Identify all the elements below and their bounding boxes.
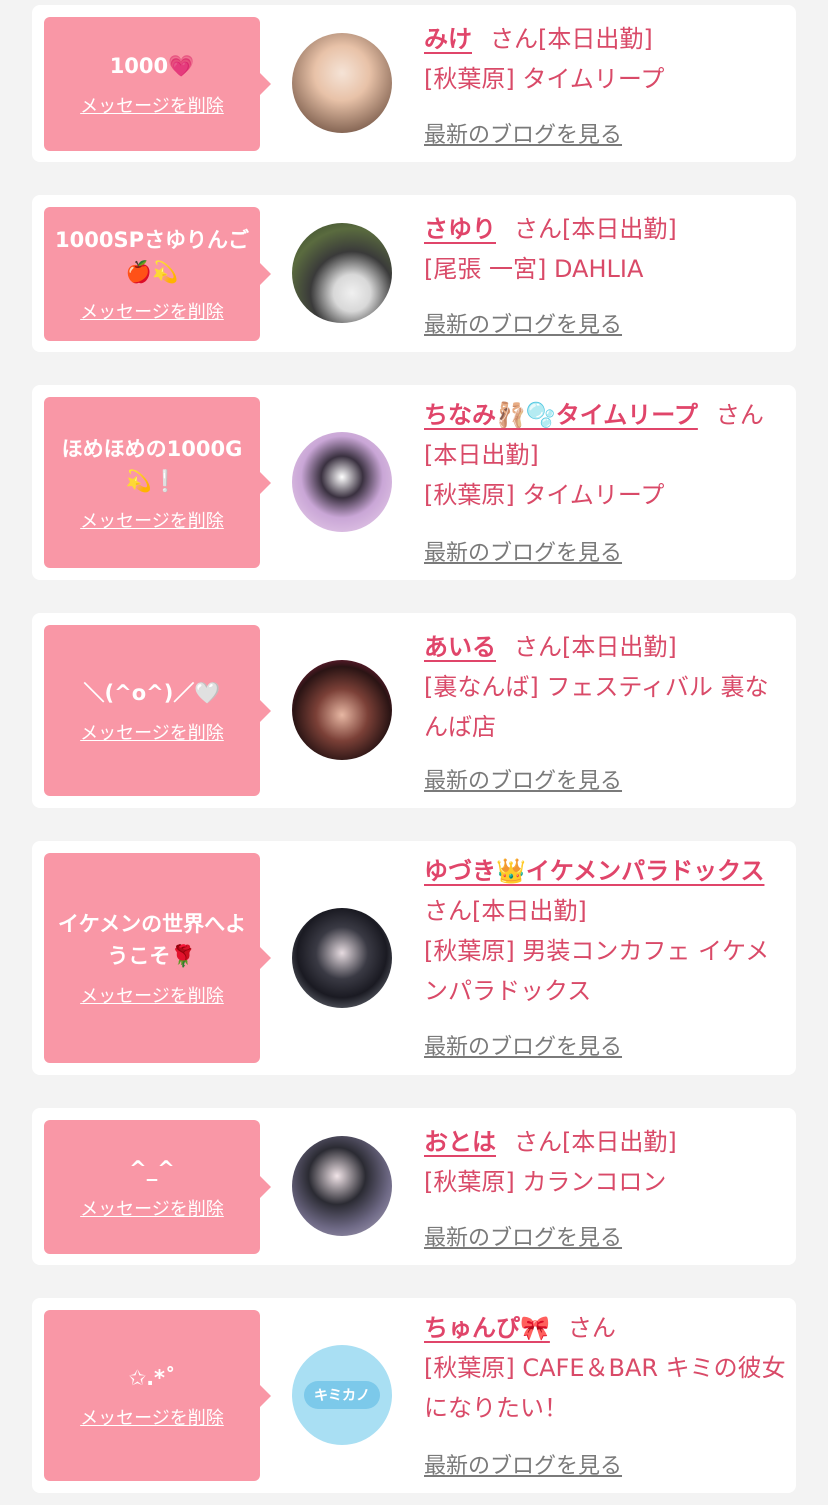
cast-name-link[interactable]: さゆり <box>424 215 496 243</box>
delete-message-link[interactable]: メッセージを削除 <box>80 92 224 118</box>
message-bubble: ✩.*˚ メッセージを削除 <box>44 1310 271 1481</box>
san-suffix: さん <box>514 1128 562 1156</box>
latest-blog-link[interactable]: 最新のブログを見る <box>424 1220 622 1252</box>
latest-blog-link[interactable]: 最新のブログを見る <box>424 117 622 149</box>
message-text: 1000SPさゆりんご🍎💫 <box>55 228 249 284</box>
avatar[interactable] <box>292 660 392 760</box>
cast-name-link[interactable]: みけ <box>424 25 472 53</box>
work-status: [本日出勤] <box>424 441 539 469</box>
work-status: [本日出勤] <box>562 215 677 243</box>
message-text: ＼(^o^)／🤍 <box>83 680 221 705</box>
delete-message-link[interactable]: メッセージを削除 <box>80 1404 224 1430</box>
cast-name-link[interactable]: あいる <box>424 633 496 661</box>
message-bubble: ほめほめの1000G💫❕ メッセージを削除 <box>44 397 271 568</box>
cast-info: おとは さん[本日出勤] [秋葉原] カランコロン <box>424 1122 786 1202</box>
shop-name: [秋葉原] タイムリープ <box>424 65 665 93</box>
cast-name-link[interactable]: ちゅんぴ🎀 <box>424 1314 550 1342</box>
san-suffix: さん <box>514 215 562 243</box>
cast-name-link[interactable]: ちなみ🩰🫧タイムリープ <box>424 401 698 429</box>
latest-blog-link[interactable]: 最新のブログを見る <box>424 1029 622 1061</box>
avatar-logo-text: キミカノ <box>304 1381 380 1409</box>
cast-info: さゆり さん[本日出勤] [尾張 一宮] DAHLIA <box>424 209 786 289</box>
message-bubble: イケメンの世界へようこそ🌹 メッセージを削除 <box>44 853 271 1063</box>
shop-name: [秋葉原] CAFE＆BAR キミの彼女になりたい！ <box>424 1354 786 1422</box>
latest-blog-link[interactable]: 最新のブログを見る <box>424 763 622 795</box>
delete-message-link[interactable]: メッセージを削除 <box>80 982 224 1008</box>
page: { "common": { "delete_label": "メッセージを削除"… <box>0 0 828 1505</box>
cast-name-link[interactable]: ゆづき👑イケメンパラドックス <box>424 857 764 885</box>
message-bubble: 1000SPさゆりんご🍎💫 メッセージを削除 <box>44 207 271 341</box>
avatar[interactable] <box>292 432 392 532</box>
work-status: [本日出勤] <box>472 897 587 925</box>
cast-info: あいる さん[本日出勤] [裏なんば] フェスティバル 裏なんば店 <box>424 627 786 747</box>
work-status: [本日出勤] <box>562 1128 677 1156</box>
avatar[interactable] <box>292 223 392 323</box>
cast-info: みけ さん[本日出勤] [秋葉原] タイムリープ <box>424 19 786 99</box>
message-text: 1000💗 <box>109 54 195 78</box>
message-text: ✩.*˚ <box>128 1365 176 1390</box>
shop-name: [秋葉原] 男装コンカフェ イケメンパラドックス <box>424 937 770 1005</box>
message-bubble: ^_^ メッセージを削除 <box>44 1120 271 1254</box>
cast-info: ちゅんぴ🎀 さん [秋葉原] CAFE＆BAR キミの彼女になりたい！ <box>424 1308 786 1428</box>
work-status: [本日出勤] <box>538 25 653 53</box>
san-suffix: さん <box>424 897 472 925</box>
avatar[interactable] <box>292 33 392 133</box>
latest-blog-link[interactable]: 最新のブログを見る <box>424 535 622 567</box>
san-suffix: さん <box>715 401 764 429</box>
cast-info: ゆづき👑イケメンパラドックスさん[本日出勤] [秋葉原] 男装コンカフェ イケメ… <box>424 851 786 1011</box>
latest-blog-link[interactable]: 最新のブログを見る <box>424 1448 622 1480</box>
message-card: ＼(^o^)／🤍 メッセージを削除 あいる さん[本日出勤] [裏なんば] フェス… <box>32 613 796 808</box>
message-bubble: ＼(^o^)／🤍 メッセージを削除 <box>44 625 271 796</box>
message-text: ほめほめの1000G💫❕ <box>61 436 243 493</box>
message-card: イケメンの世界へようこそ🌹 メッセージを削除 ゆづき👑イケメンパラドックスさん[… <box>32 841 796 1075</box>
delete-message-link[interactable]: メッセージを削除 <box>80 298 224 324</box>
message-text: ^_^ <box>129 1157 175 1181</box>
message-card: ✩.*˚ メッセージを削除 キミカノ ちゅんぴ🎀 さん [秋葉原] CAFE＆BA… <box>32 1298 796 1493</box>
message-card: 1000💗 メッセージを削除 みけ さん[本日出勤] [秋葉原] タイムリープ 最… <box>32 5 796 162</box>
latest-blog-link[interactable]: 最新のブログを見る <box>424 307 622 339</box>
san-suffix: さん <box>514 633 562 661</box>
avatar[interactable] <box>292 908 392 1008</box>
delete-message-link[interactable]: メッセージを削除 <box>80 1195 224 1221</box>
shop-name: [尾張 一宮] DAHLIA <box>424 255 644 283</box>
avatar[interactable]: キミカノ <box>292 1345 392 1445</box>
message-card: ほめほめの1000G💫❕ メッセージを削除 ちなみ🩰🫧タイムリープ さん [本日出勤… <box>32 385 796 580</box>
message-bubble: 1000💗 メッセージを削除 <box>44 17 271 151</box>
san-suffix: さん <box>567 1314 616 1342</box>
shop-name: [秋葉原] タイムリープ <box>424 481 665 509</box>
avatar[interactable] <box>292 1136 392 1236</box>
shop-name: [秋葉原] カランコロン <box>424 1168 667 1196</box>
message-card: 1000SPさゆりんご🍎💫 メッセージを削除 さゆり さん[本日出勤] [尾張 一… <box>32 195 796 352</box>
delete-message-link[interactable]: メッセージを削除 <box>80 719 224 745</box>
message-card: ^_^ メッセージを削除 おとは さん[本日出勤] [秋葉原] カランコロン 最新… <box>32 1108 796 1265</box>
cast-info: ちなみ🩰🫧タイムリープ さん [本日出勤] [秋葉原] タイムリープ <box>424 395 786 515</box>
cast-name-link[interactable]: おとは <box>424 1128 496 1156</box>
san-suffix: さん <box>490 25 538 53</box>
shop-name: [裏なんば] フェスティバル 裏なんば店 <box>424 673 769 741</box>
message-text: イケメンの世界へようこそ🌹 <box>57 912 247 968</box>
work-status: [本日出勤] <box>562 633 677 661</box>
delete-message-link[interactable]: メッセージを削除 <box>80 507 224 533</box>
